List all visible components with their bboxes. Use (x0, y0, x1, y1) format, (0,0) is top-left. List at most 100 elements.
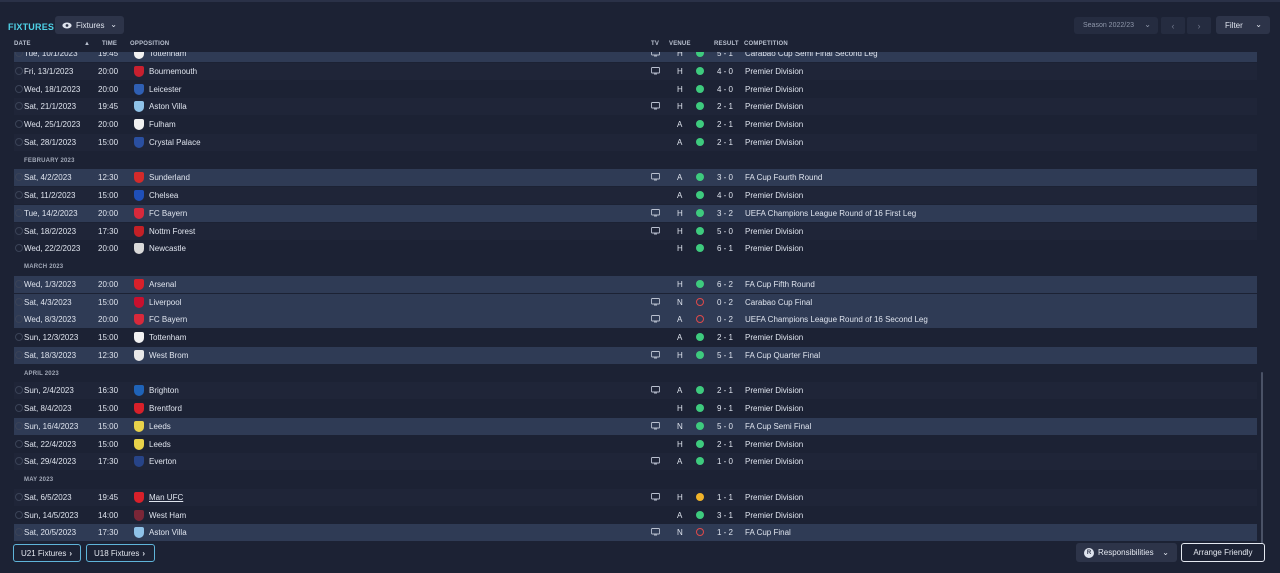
month-separator: APRIL 2023 (14, 365, 1257, 382)
select-checkbox[interactable] (15, 315, 23, 324)
scrollbar[interactable] (1261, 372, 1263, 544)
opposition-name[interactable]: Tottenham (149, 52, 186, 58)
opposition-name[interactable]: Leeds (149, 440, 171, 449)
fixture-row[interactable]: Sat, 4/2/2023 12:30 Sunderland A 3 - 0 FA Cup… (14, 169, 1257, 187)
select-checkbox[interactable] (15, 279, 23, 288)
select-checkbox[interactable] (15, 421, 23, 430)
result-indicator-icon (696, 279, 704, 288)
fixture-row[interactable]: Wed, 1/3/2023 20:00 Arsenal H 6 - 2 FA Cup Fi… (14, 275, 1257, 293)
fixture-row[interactable]: Sat, 18/3/2023 12:30 West Brom H 5 - 1 FA Cup… (14, 346, 1257, 364)
fixture-date: Wed, 18/1/2023 (24, 84, 81, 94)
opposition-name[interactable]: Leeds (149, 422, 171, 431)
previous-season-button[interactable]: ‹ (1161, 17, 1185, 34)
match-score: 2 - 1 (717, 102, 734, 112)
column-header-venue[interactable]: VENUE (669, 41, 691, 51)
opposition-name[interactable]: Nottm Forest (149, 227, 195, 236)
select-checkbox[interactable] (15, 120, 23, 128)
opposition-name[interactable]: Man UFC (149, 493, 183, 502)
fixture-row[interactable]: Wed, 18/1/2023 20:00 Leicester H 4 - 0 Premie… (14, 81, 1257, 98)
opposition-name[interactable]: Tottenham (149, 333, 186, 342)
fixture-row[interactable]: Tue, 10/1/2023 19:45 Tottenham H 5 - 1 Caraba… (14, 52, 1257, 62)
opposition-name[interactable]: Arsenal (149, 280, 176, 289)
view-dropdown[interactable]: Fixtures ⌄ (55, 16, 124, 34)
fixture-row[interactable]: Sat, 18/2/2023 17:30 Nottm Forest H 5 - 0 Pre… (14, 222, 1257, 240)
fixture-row[interactable]: Sat, 20/5/2023 17:30 Aston Villa N 1 - 2 FA C… (14, 524, 1257, 542)
select-checkbox[interactable] (15, 84, 23, 93)
opposition-name[interactable]: Fulham (149, 120, 176, 129)
season-dropdown[interactable]: Season 2022/23 ⌄ (1074, 17, 1158, 34)
select-checkbox[interactable] (15, 386, 23, 395)
opposition-name[interactable]: FC Bayern (149, 209, 187, 218)
opposition-name[interactable]: Aston Villa (149, 102, 187, 111)
opposition-name[interactable]: West Ham (149, 511, 186, 520)
select-checkbox[interactable] (15, 137, 23, 146)
select-checkbox[interactable] (15, 52, 23, 57)
fixture-row[interactable]: Wed, 22/2/2023 20:00 Newcastle H 6 - 1 Premie… (14, 240, 1257, 257)
filter-button[interactable]: Filter ⌄ (1216, 16, 1270, 34)
select-checkbox[interactable] (15, 404, 23, 412)
opposition-name[interactable]: Brighton (149, 386, 179, 395)
opposition-name[interactable]: Sunderland (149, 173, 190, 182)
fixture-row[interactable]: Sat, 6/5/2023 19:45 Man UFC H 1 - 1 Premier D… (14, 488, 1257, 506)
opposition-name[interactable]: Liverpool (149, 298, 181, 307)
select-checkbox[interactable] (15, 244, 23, 253)
fixture-row[interactable]: Sat, 28/1/2023 15:00 Crystal Palace A 2 - 1 P… (14, 133, 1257, 151)
responsibilities-button[interactable]: R Responsibilities ⌄ (1076, 543, 1177, 562)
opposition-name[interactable]: Newcastle (149, 244, 186, 253)
tv-icon (651, 315, 660, 323)
fixture-row[interactable]: Fri, 13/1/2023 20:00 Bournemouth H 4 - 0 Prem… (14, 62, 1257, 80)
select-checkbox[interactable] (15, 191, 23, 199)
select-checkbox[interactable] (15, 173, 23, 182)
competition-name: Premier Division (745, 457, 804, 467)
opposition-name[interactable]: Bournemouth (149, 67, 197, 76)
fixture-row[interactable]: Sat, 8/4/2023 15:00 Brentford H 9 - 1 Premier… (14, 400, 1257, 417)
select-checkbox[interactable] (15, 297, 23, 306)
opposition-name[interactable]: Crystal Palace (149, 138, 201, 147)
fixture-row[interactable]: Sat, 4/3/2023 15:00 Liverpool N 0 - 2 Carabao… (14, 293, 1257, 311)
fixture-time: 17:30 (98, 457, 119, 467)
fixture-row[interactable]: Sun, 16/4/2023 15:00 Leeds N 5 - 0 FA Cup Sem… (14, 417, 1257, 435)
fixture-row[interactable]: Sat, 21/1/2023 19:45 Aston Villa H 2 - 1 Prem… (14, 98, 1257, 116)
fixture-row[interactable]: Tue, 14/2/2023 20:00 FC Bayern H 3 - 2 UEFA C… (14, 204, 1257, 222)
select-checkbox[interactable] (15, 66, 23, 75)
select-checkbox[interactable] (15, 350, 23, 359)
opposition-name[interactable]: Everton (149, 457, 177, 466)
arrange-friendly-button[interactable]: Arrange Friendly (1181, 543, 1265, 562)
fixture-date: Wed, 1/3/2023 (24, 279, 76, 289)
fixture-row[interactable]: Sat, 29/4/2023 17:30 Everton A 1 - 0 Premier … (14, 453, 1257, 471)
column-header-date[interactable]: DATE (14, 41, 31, 51)
fixture-row[interactable]: Sat, 22/4/2023 15:00 Leeds H 2 - 1 Premier Di… (14, 436, 1257, 453)
club-crest-icon (134, 527, 144, 539)
u18-fixtures-button[interactable]: U18 Fixtures › (86, 544, 155, 562)
select-checkbox[interactable] (15, 492, 23, 501)
column-header-time[interactable]: TIME (102, 41, 117, 51)
next-season-button[interactable]: › (1187, 17, 1211, 34)
fixture-row[interactable]: Wed, 8/3/2023 20:00 FC Bayern A 0 - 2 UEFA Ch… (14, 311, 1257, 329)
opposition-name[interactable]: Chelsea (149, 191, 178, 200)
fixture-row[interactable]: Sun, 2/4/2023 16:30 Brighton A 2 - 1 Premier … (14, 382, 1257, 400)
select-checkbox[interactable] (15, 208, 23, 217)
select-checkbox[interactable] (15, 528, 23, 537)
column-header-competition[interactable]: COMPETITION (744, 41, 788, 51)
select-checkbox[interactable] (15, 510, 23, 519)
fixture-row[interactable]: Sun, 12/3/2023 15:00 Tottenham A 2 - 1 Premie… (14, 329, 1257, 346)
opposition-name[interactable]: Brentford (149, 404, 182, 413)
select-checkbox[interactable] (15, 457, 23, 466)
select-checkbox[interactable] (15, 102, 23, 111)
fixture-time: 15:00 (98, 421, 119, 431)
fixture-row[interactable]: Sat, 11/2/2023 15:00 Chelsea A 4 - 0 Premier … (14, 187, 1257, 204)
select-checkbox[interactable] (15, 226, 23, 235)
opposition-name[interactable]: FC Bayern (149, 315, 187, 324)
result-indicator-icon (696, 510, 704, 519)
select-checkbox[interactable] (15, 439, 23, 448)
column-header-result[interactable]: RESULT (714, 41, 739, 51)
column-header-tv[interactable]: TV (651, 41, 659, 51)
column-header-opposition[interactable]: OPPOSITION (130, 41, 169, 51)
fixture-row[interactable]: Sun, 14/5/2023 14:00 West Ham A 3 - 1 Premier… (14, 507, 1257, 524)
opposition-name[interactable]: West Brom (149, 351, 188, 360)
select-checkbox[interactable] (15, 333, 23, 341)
u21-fixtures-button[interactable]: U21 Fixtures › (13, 544, 81, 562)
opposition-name[interactable]: Aston Villa (149, 528, 187, 537)
fixture-row[interactable]: Wed, 25/1/2023 20:00 Fulham A 2 - 1 Premier D… (14, 116, 1257, 133)
opposition-name[interactable]: Leicester (149, 85, 181, 94)
